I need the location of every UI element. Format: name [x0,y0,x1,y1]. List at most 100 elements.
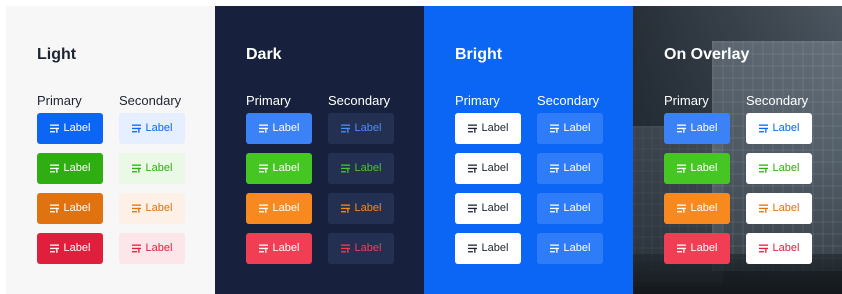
secondary-button[interactable]: Label [746,233,812,264]
secondary-column-label: Secondary [746,93,809,108]
button-label: Label [563,122,591,134]
list-filter-icon [340,244,350,253]
button-label: Label [145,202,173,214]
primary-button[interactable]: Label [246,153,312,184]
button-label: Label [145,162,173,174]
primary-button[interactable]: Label [246,113,312,144]
primary-button[interactable]: Label [455,233,521,264]
list-filter-icon [467,244,477,253]
button-label: Label [354,162,382,174]
button-label: Label [354,242,382,254]
secondary-button[interactable]: Label [328,113,394,144]
secondary-button[interactable]: Label [746,193,812,224]
secondary-button[interactable]: Label [746,153,812,184]
primary-button[interactable]: Label [664,113,730,144]
primary-button[interactable]: Label [455,113,521,144]
button-label: Label [145,242,173,254]
secondary-button[interactable]: Label [328,153,394,184]
button-label: Label [272,242,300,254]
secondary-button[interactable]: Label [328,233,394,264]
list-filter-icon [758,244,768,253]
list-filter-icon [258,124,268,133]
list-filter-icon [676,204,686,213]
list-filter-icon [676,244,686,253]
panel-bright: Bright Primary Secondary Label Label Label… [424,6,633,294]
button-label: Label [772,122,800,134]
primary-button[interactable]: Label [664,193,730,224]
primary-button[interactable]: Label [37,193,103,224]
button-label: Label [63,202,91,214]
list-filter-icon [49,124,59,133]
primary-column-label: Primary [246,93,291,108]
primary-button[interactable]: Label [664,153,730,184]
list-filter-icon [131,124,141,133]
button-label: Label [272,162,300,174]
button-label: Label [690,162,718,174]
primary-button[interactable]: Label [455,193,521,224]
list-filter-icon [258,164,268,173]
secondary-button[interactable]: Label [537,113,603,144]
secondary-button[interactable]: Label [119,233,185,264]
primary-column-label: Primary [37,93,82,108]
primary-column-label: Primary [664,93,709,108]
list-filter-icon [549,204,559,213]
button-label: Label [481,122,509,134]
list-filter-icon [467,204,477,213]
button-label: Label [563,162,591,174]
list-filter-icon [467,164,477,173]
button-label: Label [354,202,382,214]
primary-button[interactable]: Label [664,233,730,264]
button-label: Label [563,202,591,214]
list-filter-icon [340,124,350,133]
list-filter-icon [258,204,268,213]
list-filter-icon [758,164,768,173]
button-label: Label [272,202,300,214]
button-label: Label [272,122,300,134]
secondary-button[interactable]: Label [119,193,185,224]
secondary-button[interactable]: Label [537,233,603,264]
button-label: Label [690,122,718,134]
secondary-button[interactable]: Label [119,113,185,144]
primary-button[interactable]: Label [37,233,103,264]
list-filter-icon [676,124,686,133]
secondary-column-label: Secondary [119,93,182,108]
button-label: Label [772,202,800,214]
list-filter-icon [340,164,350,173]
secondary-button[interactable]: Label [328,193,394,224]
button-label: Label [690,202,718,214]
button-label: Label [690,242,718,254]
secondary-button[interactable]: Label [119,153,185,184]
list-filter-icon [467,124,477,133]
secondary-button[interactable]: Label [746,113,812,144]
button-label: Label [481,242,509,254]
button-label: Label [63,122,91,134]
panel-light: Light Primary Secondary Label Label Label L… [6,6,215,294]
list-filter-icon [549,124,559,133]
button-label: Label [772,242,800,254]
list-filter-icon [549,244,559,253]
button-label: Label [563,242,591,254]
button-label: Label [481,202,509,214]
panel-title: Dark [246,46,282,63]
primary-button[interactable]: Label [455,153,521,184]
secondary-column-label: Secondary [328,93,391,108]
list-filter-icon [549,164,559,173]
primary-column-label: Primary [455,93,500,108]
list-filter-icon [131,164,141,173]
list-filter-icon [131,244,141,253]
primary-button[interactable]: Label [37,153,103,184]
primary-button[interactable]: Label [37,113,103,144]
button-label: Label [772,162,800,174]
secondary-button[interactable]: Label [537,153,603,184]
list-filter-icon [676,164,686,173]
secondary-button[interactable]: Label [537,193,603,224]
panel-title: Bright [455,46,503,63]
primary-button[interactable]: Label [246,193,312,224]
button-label: Label [63,162,91,174]
button-label: Label [354,122,382,134]
list-filter-icon [758,124,768,133]
list-filter-icon [49,244,59,253]
panel-dark: Dark Primary Secondary Label Label Label La… [215,6,424,294]
primary-button[interactable]: Label [246,233,312,264]
list-filter-icon [49,204,59,213]
